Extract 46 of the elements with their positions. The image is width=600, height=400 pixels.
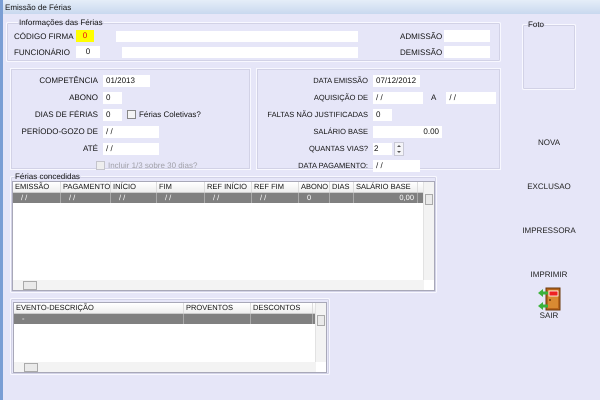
date-field[interactable]	[444, 46, 490, 58]
spin-button-icon[interactable]	[394, 142, 404, 156]
exit-door-icon	[536, 287, 562, 311]
action-button[interactable]: NOVA	[536, 136, 562, 150]
field-label: FUNCIONÁRIO	[14, 48, 71, 56]
input-field[interactable]: 2	[373, 142, 392, 154]
checkbox[interactable]	[127, 110, 136, 119]
name-field[interactable]	[116, 30, 358, 42]
action-button[interactable]: IMPRESSORA	[520, 224, 578, 238]
input-field[interactable]: / /	[446, 92, 496, 104]
group-title: Informações das Férias	[18, 18, 104, 27]
field-label: ATÉ	[82, 144, 99, 153]
field-label: ABONO	[68, 93, 99, 102]
input-field[interactable]: 0	[103, 92, 122, 104]
field-label: DEMISSÃO	[400, 48, 444, 56]
code-field[interactable]: 0	[76, 46, 100, 58]
horizontal-scrollbar[interactable]	[14, 362, 316, 372]
input-field[interactable]: 0	[103, 108, 122, 120]
horizontal-scrollbar[interactable]	[13, 280, 424, 290]
field-label: COMPETÊNCIA	[38, 76, 99, 85]
input-field[interactable]: / /	[373, 160, 420, 172]
input-field[interactable]: 07/12/2012	[373, 74, 420, 86]
input-field[interactable]: / /	[103, 142, 159, 154]
checkbox-label: Incluir 1/3 sobre 30 dias?	[108, 161, 198, 170]
vertical-scrollbar[interactable]	[315, 303, 326, 362]
field-label: DIAS DE FÉRIAS	[34, 110, 99, 119]
name-field[interactable]	[122, 46, 358, 58]
window-title: Emissão de Férias	[5, 2, 72, 12]
input-field[interactable]: 0	[373, 108, 392, 120]
action-button[interactable]: IMPRIMIR	[528, 268, 570, 282]
action-button[interactable]: EXCLUSAO	[525, 180, 573, 194]
field-label: ADMISSÃO	[400, 32, 444, 40]
code-field[interactable]: 0	[76, 30, 94, 42]
input-field[interactable]: / /	[373, 92, 423, 104]
field-label: A	[431, 93, 436, 102]
group-title: Férias concedidas	[14, 172, 81, 181]
input-field[interactable]: 0.00	[373, 126, 442, 138]
input-field[interactable]: 01/2013	[103, 74, 150, 86]
vertical-scrollbar[interactable]	[423, 182, 434, 280]
input-field[interactable]: / /	[103, 126, 159, 138]
checkbox-label: Férias Coletivas?	[139, 110, 201, 119]
date-field[interactable]	[444, 30, 490, 42]
exit-button[interactable]: SAIR	[534, 285, 564, 323]
group-title: Foto	[527, 20, 546, 29]
field-label: PERÍODO-GOZO DE	[20, 127, 99, 136]
field-label: CÓDIGO FIRMA	[14, 32, 75, 40]
